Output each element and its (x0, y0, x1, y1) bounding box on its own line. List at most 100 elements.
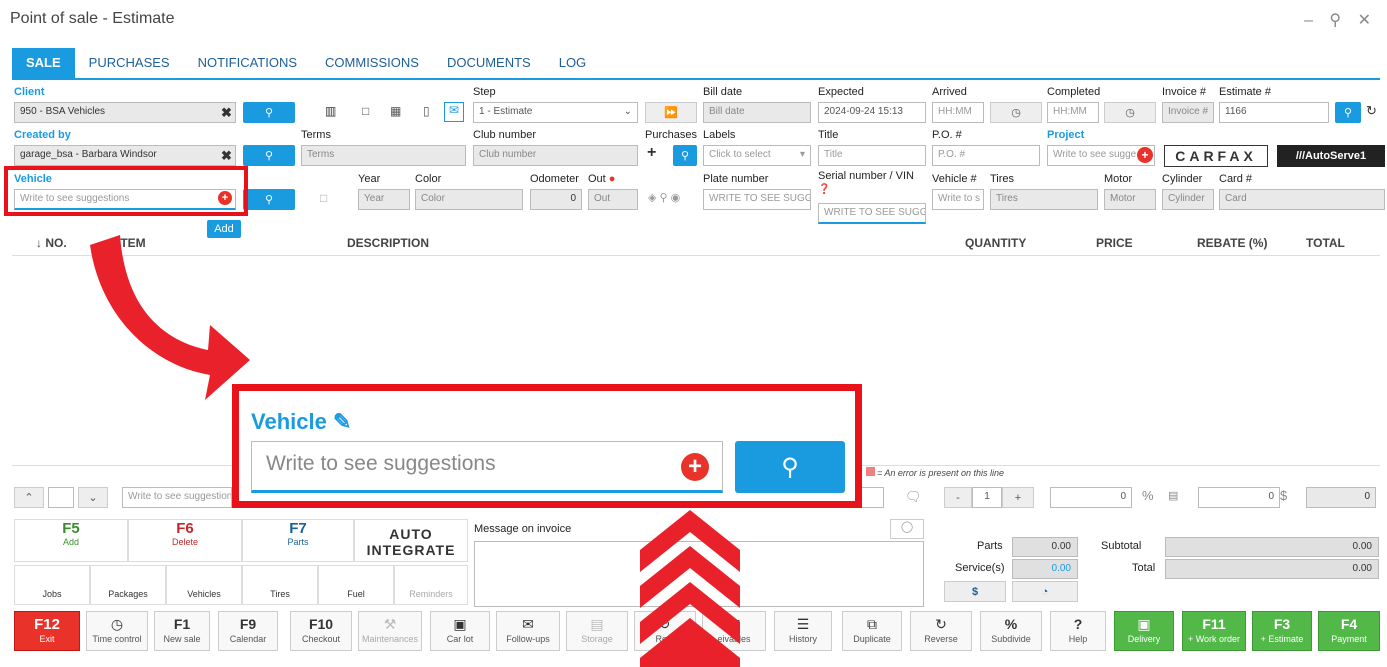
next-step-button[interactable]: ⏩ (645, 102, 697, 123)
note-icon[interactable]: □ (362, 104, 369, 118)
f4-payment-button[interactable]: F4 Payment (1318, 611, 1380, 651)
color-field[interactable]: Color (415, 189, 523, 210)
maintenances-button[interactable]: ⚒ Maintenances (358, 611, 422, 651)
tab-documents[interactable]: DOCUMENTS (433, 48, 545, 78)
odometer-field[interactable]: 0 (530, 189, 582, 210)
clear-client-icon[interactable]: ✖ (221, 105, 232, 121)
card-field[interactable]: Card (1219, 189, 1385, 210)
line-number-field[interactable] (48, 487, 74, 508)
subdivide-button[interactable]: % Subdivide (980, 611, 1042, 651)
col-price[interactable]: PRICE (1096, 236, 1133, 250)
cash-button[interactable]: $ (944, 581, 1006, 602)
motor-field[interactable]: Motor (1104, 189, 1156, 210)
expected-field[interactable]: 2024-09-24 15:13 (818, 102, 926, 123)
dollar-icon[interactable]: $ (1280, 488, 1287, 503)
clear-created-icon[interactable]: ✖ (221, 148, 232, 164)
f11-work-order-button[interactable]: F11 + Work order (1182, 611, 1246, 651)
zoom-add-icon[interactable]: + (681, 453, 709, 481)
jobs-button[interactable]: Jobs (14, 565, 90, 605)
follow-ups-button[interactable]: ✉ Follow-ups (496, 611, 560, 651)
bill-date-field[interactable]: Bill date (703, 102, 811, 123)
plate-field[interactable]: WRITE TO SEE SUGGE (703, 189, 811, 210)
cash-icon[interactable]: ▤ (1168, 489, 1178, 502)
plus-icon[interactable]: + (647, 144, 656, 162)
club-field[interactable]: Club number (473, 145, 638, 166)
tab-notifications[interactable]: NOTIFICATIONS (184, 48, 311, 78)
storage-button[interactable]: ▤ Storage (566, 611, 628, 651)
fuel-button[interactable]: Fuel (318, 565, 394, 605)
search-created-button[interactable]: ⚲ (243, 145, 295, 166)
created-by-label[interactable]: Created by (14, 129, 71, 141)
f10-checkout-button[interactable]: F10 Checkout (290, 611, 352, 651)
email-icon[interactable]: ✉ (444, 102, 464, 122)
client-field[interactable]: 950 - BSA Vehicles (14, 102, 236, 123)
zoom-vehicle-field[interactable]: Write to see suggestions (251, 441, 723, 493)
decrease-qty-button[interactable]: - (944, 487, 972, 508)
tab-commissions[interactable]: COMMISSIONS (311, 48, 433, 78)
arrived-clock-button[interactable]: ◷ (990, 102, 1042, 123)
vehicles-button[interactable]: Vehicles (166, 565, 242, 605)
arrived-field[interactable]: HH:MM (932, 102, 984, 123)
autoserve-logo[interactable]: ///AutoServe1 (1277, 145, 1385, 167)
completed-clock-button[interactable]: ◷ (1104, 102, 1156, 123)
tab-purchases[interactable]: PURCHASES (75, 48, 184, 78)
autointegrate-logo[interactable]: AUTO INTEGRATE (354, 519, 468, 562)
delivery-button[interactable]: ▣ Delivery (1114, 611, 1174, 651)
step-select[interactable]: 1 - Estimate ⌄ (473, 102, 638, 123)
search-estimate-button[interactable]: ⚲ (1335, 102, 1361, 123)
search-client-button[interactable]: ⚲ (243, 102, 295, 123)
carfax-logo[interactable]: CARFAX (1164, 145, 1268, 167)
calendar-icon[interactable]: ▦ (390, 104, 401, 118)
time-control-button[interactable]: ◷ Time control (86, 611, 148, 651)
labels-select[interactable]: Click to select ▾ (703, 145, 811, 166)
f6-delete-button[interactable]: F6 Delete (128, 519, 242, 562)
po-field[interactable]: P.O. # (932, 145, 1040, 166)
col-rebate[interactable]: REBATE (%) (1197, 236, 1267, 250)
year-field[interactable]: Year (358, 189, 410, 210)
reminders-button[interactable]: Reminders (394, 565, 468, 605)
help-button[interactable]: ? Help (1050, 611, 1106, 651)
search-vehicle-button[interactable]: ⚲ (243, 189, 295, 210)
tag-icon[interactable]: ◈ ⚲ ◉ (648, 191, 680, 204)
title-field[interactable]: Title (818, 145, 926, 166)
add-project-icon[interactable]: + (1137, 147, 1153, 163)
out-field[interactable]: Out (588, 189, 638, 210)
estimate-field[interactable]: 1166 (1219, 102, 1329, 123)
comment-icon[interactable]: 🗨 (905, 489, 922, 505)
phone-icon[interactable]: ▯ (423, 104, 430, 118)
history-button[interactable]: ☰ History (774, 611, 832, 651)
tab-log[interactable]: LOG (545, 48, 600, 78)
project-label[interactable]: Project (1047, 129, 1084, 141)
reverse-button[interactable]: ↻ Reverse (910, 611, 972, 651)
duplicate-button[interactable]: ⧉ Duplicate (842, 611, 902, 651)
vehicle-number-field[interactable]: Write to s (932, 189, 984, 210)
item-field[interactable]: Write to see suggestion (122, 487, 232, 508)
client-label[interactable]: Client (14, 86, 45, 98)
pie-chart-button[interactable]: ◔ (1012, 581, 1078, 602)
note-icon[interactable]: □ (320, 191, 327, 205)
serial-field[interactable]: WRITE TO SEE SUGGE (818, 203, 926, 224)
refresh-icon[interactable]: ↻ (1366, 103, 1377, 119)
terms-field[interactable]: Terms (301, 145, 466, 166)
price-field[interactable]: 0 (1050, 487, 1132, 508)
tires-field[interactable]: Tires (990, 189, 1098, 210)
rebate-field[interactable]: 0 (1198, 487, 1280, 508)
binoculars-icon[interactable]: ▥ (325, 104, 336, 118)
cylinder-field[interactable]: Cylinder (1162, 189, 1214, 210)
quantity-field[interactable]: 1 (972, 487, 1002, 508)
increase-qty-button[interactable]: + (1002, 487, 1034, 508)
move-down-button[interactable]: ⌄ (78, 487, 108, 508)
tires-button[interactable]: Tires (242, 565, 318, 605)
zoom-search-button[interactable]: ⚲ (735, 441, 845, 493)
f9-calendar-button[interactable]: F9 Calendar (218, 611, 278, 651)
search-purchases-button[interactable]: ⚲ (673, 145, 697, 166)
window-controls[interactable]: – ⚲ ✕ (1304, 10, 1377, 30)
f12-exit-button[interactable]: F12 Exit (14, 611, 80, 651)
tab-sale[interactable]: SALE (12, 48, 75, 78)
message-comment-icon[interactable]: ◯ (890, 519, 924, 539)
created-by-field[interactable]: garage_bsa - Barbara Windsor (14, 145, 236, 166)
percent-icon[interactable]: % (1142, 488, 1154, 503)
packages-button[interactable]: Packages (90, 565, 166, 605)
col-total[interactable]: TOTAL (1306, 236, 1345, 250)
f7-parts-button[interactable]: F7 Parts (242, 519, 354, 562)
